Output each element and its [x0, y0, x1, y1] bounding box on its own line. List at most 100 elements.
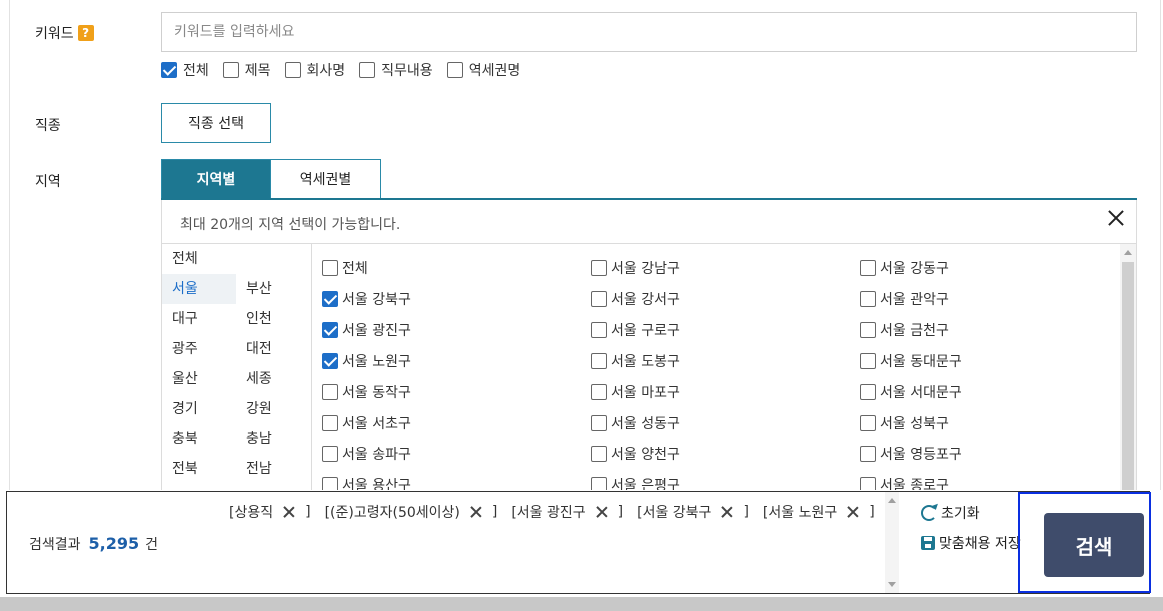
- district-option[interactable]: 서울 마포구: [591, 376, 860, 407]
- scope-checkbox[interactable]: [161, 62, 177, 78]
- scope-option[interactable]: 제목: [222, 60, 271, 80]
- district-checkbox[interactable]: [860, 290, 876, 307]
- district-option[interactable]: 서울 도봉구: [591, 345, 860, 376]
- district-label: 서울 성동구: [611, 415, 680, 432]
- sido-item[interactable]: 대구: [162, 304, 236, 334]
- district-checkbox[interactable]: [591, 414, 607, 431]
- district-checkbox[interactable]: [322, 414, 338, 431]
- district-checkbox[interactable]: [860, 414, 876, 431]
- district-option[interactable]: 서울 동대문구: [860, 345, 1117, 376]
- scroll-down-icon[interactable]: [888, 582, 896, 587]
- district-checkbox[interactable]: [322, 476, 338, 490]
- district-option[interactable]: 서울 강동구: [860, 252, 1117, 283]
- district-option[interactable]: 서울 은평구: [591, 469, 860, 490]
- district-label: 서울 강동구: [880, 260, 949, 277]
- sido-item[interactable]: 강원: [236, 394, 310, 424]
- district-checkbox[interactable]: [860, 352, 876, 369]
- scope-option[interactable]: 직무내용: [359, 60, 433, 80]
- scope-checkbox[interactable]: [359, 62, 376, 78]
- district-scrollbar[interactable]: [1120, 244, 1136, 490]
- tab-by-station[interactable]: 역세권별: [271, 159, 381, 199]
- district-option[interactable]: 서울 성북구: [860, 407, 1117, 438]
- save-search-button[interactable]: 맞춤채용 저장: [921, 532, 1021, 554]
- result-unit: 건: [145, 537, 159, 553]
- district-checkbox[interactable]: [322, 290, 338, 307]
- close-icon[interactable]: [1106, 208, 1126, 228]
- chips-scrollbar[interactable]: [885, 492, 899, 593]
- sido-item[interactable]: 충북: [162, 424, 236, 454]
- district-checkbox[interactable]: [591, 352, 607, 369]
- district-option[interactable]: 서울 성동구: [591, 407, 860, 438]
- district-option[interactable]: 서울 강서구: [591, 283, 860, 314]
- district-checkbox[interactable]: [860, 476, 876, 490]
- district-option[interactable]: 서울 금천구: [860, 314, 1117, 345]
- remove-filter-icon[interactable]: [721, 506, 733, 518]
- scroll-up-icon[interactable]: [888, 498, 896, 503]
- scope-checkbox[interactable]: [222, 62, 239, 78]
- reset-button[interactable]: 초기화: [921, 502, 1021, 524]
- sido-item[interactable]: 충남: [236, 424, 310, 454]
- scope-option[interactable]: 역세권명: [446, 60, 520, 80]
- scope-option[interactable]: 회사명: [284, 60, 345, 80]
- remove-filter-icon[interactable]: [847, 506, 859, 518]
- district-option[interactable]: 서울 동작구: [322, 376, 591, 407]
- help-icon[interactable]: ?: [77, 25, 94, 41]
- district-checkbox[interactable]: [322, 352, 338, 369]
- filter-chip-label: [서울 강북구: [637, 505, 712, 521]
- district-option[interactable]: 서울 양천구: [591, 438, 860, 469]
- sido-item[interactable]: 대전: [236, 334, 310, 364]
- district-checkbox[interactable]: [591, 290, 607, 307]
- district-option[interactable]: 서울 종로구: [860, 469, 1117, 490]
- remove-filter-icon[interactable]: [470, 506, 482, 518]
- district-checkbox[interactable]: [322, 445, 338, 462]
- scope-checkbox[interactable]: [284, 62, 301, 78]
- keyword-label: 키워드: [35, 26, 74, 42]
- district-checkbox[interactable]: [322, 321, 338, 338]
- district-label: 서울 용산구: [342, 477, 411, 491]
- district-checkbox[interactable]: [591, 321, 607, 338]
- district-checkbox[interactable]: [322, 383, 338, 400]
- remove-filter-icon[interactable]: [596, 506, 608, 518]
- district-option[interactable]: 서울 서대문구: [860, 376, 1117, 407]
- district-option[interactable]: 서울 구로구: [591, 314, 860, 345]
- district-option[interactable]: 서울 송파구: [322, 438, 591, 469]
- sido-item[interactable]: 부산: [236, 274, 310, 304]
- scope-checkbox[interactable]: [446, 62, 463, 78]
- district-checkbox[interactable]: [860, 259, 876, 276]
- job-select-button[interactable]: 직종 선택: [161, 103, 271, 143]
- sido-item[interactable]: 전남: [236, 454, 310, 484]
- scroll-thumb[interactable]: [1122, 262, 1134, 490]
- sido-item[interactable]: 서울: [162, 274, 236, 304]
- sido-item[interactable]: 울산: [162, 364, 236, 394]
- district-checkbox[interactable]: [322, 259, 338, 276]
- district-option[interactable]: 서울 서초구: [322, 407, 591, 438]
- district-option[interactable]: 서울 영등포구: [860, 438, 1117, 469]
- district-option[interactable]: 서울 노원구: [322, 345, 591, 376]
- district-option[interactable]: 서울 강북구: [322, 283, 591, 314]
- search-button[interactable]: 검색: [1044, 513, 1144, 577]
- sido-item[interactable]: 경기: [162, 394, 236, 424]
- district-checkbox[interactable]: [860, 383, 876, 400]
- keyword-scope-options: 전체 제목 회사명 직무내용 역세권명: [161, 60, 520, 80]
- sido-item[interactable]: 전북: [162, 454, 236, 484]
- sido-item[interactable]: 광주: [162, 334, 236, 364]
- sido-item[interactable]: 인천: [236, 304, 310, 334]
- keyword-input[interactable]: [161, 12, 1137, 52]
- district-option[interactable]: 서울 관악구: [860, 283, 1117, 314]
- district-checkbox[interactable]: [591, 476, 607, 490]
- district-option[interactable]: 서울 용산구: [322, 469, 591, 490]
- district-checkbox[interactable]: [860, 445, 876, 462]
- sido-item[interactable]: 전체: [162, 244, 310, 274]
- district-checkbox[interactable]: [591, 445, 607, 462]
- scope-option[interactable]: 전체: [161, 60, 209, 80]
- remove-filter-icon[interactable]: [283, 506, 295, 518]
- district-checkbox[interactable]: [591, 383, 607, 400]
- district-option[interactable]: 전체: [322, 252, 591, 283]
- scroll-up-icon[interactable]: [1124, 250, 1132, 255]
- district-option[interactable]: 서울 광진구: [322, 314, 591, 345]
- tab-by-region[interactable]: 지역별: [161, 159, 271, 199]
- sido-item[interactable]: 세종: [236, 364, 310, 394]
- district-option[interactable]: 서울 강남구: [591, 252, 860, 283]
- district-checkbox[interactable]: [860, 321, 876, 338]
- district-checkbox[interactable]: [591, 259, 607, 276]
